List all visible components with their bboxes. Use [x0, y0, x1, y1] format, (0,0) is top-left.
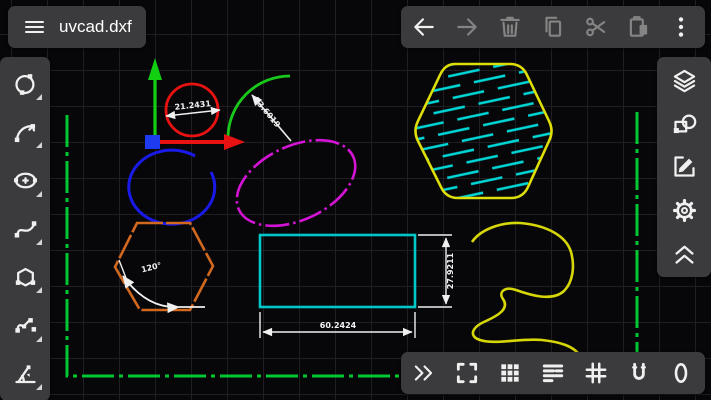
- polyline-tool-button[interactable]: [5, 306, 45, 346]
- origin-marker[interactable]: [145, 135, 160, 149]
- double-chevron-right-icon: [411, 360, 437, 386]
- back-button[interactable]: [404, 7, 444, 47]
- scissors-icon: [583, 14, 609, 40]
- shapes-icon: [671, 110, 698, 137]
- top-toolbar: [401, 6, 705, 48]
- bottom-toolbar: [401, 352, 705, 394]
- trash-icon: [497, 14, 523, 40]
- select-area-button[interactable]: [447, 353, 487, 393]
- hatch-settings-button[interactable]: [533, 353, 573, 393]
- menu-button[interactable]: [22, 7, 46, 47]
- edit-icon: [671, 153, 698, 180]
- hatched-hexagon-entity[interactable]: [416, 64, 552, 198]
- app-window: 21.2431 23.6019 120° 60.2424 27.9211: [0, 0, 711, 400]
- chevrons-up-icon: [671, 240, 698, 267]
- paste-icon: [626, 14, 652, 40]
- submenu-triangle: [36, 336, 42, 342]
- submenu-triangle: [36, 239, 42, 245]
- submenu-triangle: [36, 191, 42, 197]
- dimension-tool-icon: [12, 360, 39, 387]
- arrow-forward-icon: [454, 14, 480, 40]
- arc-tool-icon: [12, 119, 39, 146]
- polygon-tool-icon: [12, 264, 39, 291]
- polygon-tool-button[interactable]: [5, 257, 45, 297]
- hamburger-icon: [25, 18, 44, 36]
- title-bar: uvcad.dxf: [8, 6, 146, 48]
- dimension-label: 60.2424: [320, 321, 357, 330]
- selection-brackets-icon: [454, 360, 480, 386]
- dimension-label: 27.9211: [446, 252, 455, 289]
- more-vert-icon: [668, 14, 694, 40]
- ellipse-tool-icon: [12, 167, 39, 194]
- copy-icon: [540, 14, 566, 40]
- layers-icon: [671, 67, 698, 94]
- dimension-tool-button[interactable]: [5, 354, 45, 394]
- submenu-triangle: [36, 94, 42, 100]
- collapse-panel-button[interactable]: [664, 233, 704, 273]
- submenu-triangle: [36, 287, 42, 293]
- arrow-back-icon: [411, 14, 437, 40]
- ellipse-mode-button[interactable]: [661, 353, 701, 393]
- grid-blocks-button[interactable]: [490, 353, 530, 393]
- ellipse-tool-button[interactable]: [5, 161, 45, 201]
- more-options-button[interactable]: [661, 7, 701, 47]
- gear-icon: [671, 197, 698, 224]
- circle-tool-button[interactable]: [5, 64, 45, 104]
- spline-tool-icon: [12, 215, 39, 242]
- submenu-triangle: [36, 142, 42, 148]
- circle-tool-icon: [12, 71, 39, 98]
- right-toolbar: [657, 57, 711, 277]
- layers-button[interactable]: [664, 61, 704, 101]
- paste-button[interactable]: [619, 7, 659, 47]
- shapes-button[interactable]: [664, 104, 704, 144]
- spline-tool-button[interactable]: [5, 209, 45, 249]
- document-title: uvcad.dxf: [59, 17, 132, 37]
- expand-tools-button[interactable]: [404, 353, 444, 393]
- settings-button[interactable]: [664, 190, 704, 230]
- forward-button[interactable]: [447, 7, 487, 47]
- grid-hash-icon: [583, 360, 609, 386]
- drawing-canvas[interactable]: 21.2431 23.6019 120° 60.2424 27.9211: [0, 0, 711, 400]
- edit-button[interactable]: [664, 147, 704, 187]
- left-toolbar: [0, 57, 50, 400]
- grid-blocks-icon: [497, 360, 523, 386]
- copy-button[interactable]: [533, 7, 573, 47]
- canvas-grid: [0, 0, 711, 400]
- magnet-icon: [626, 360, 652, 386]
- hatch-lines-icon: [540, 360, 566, 386]
- grid-toggle-button[interactable]: [576, 353, 616, 393]
- polyline-tool-icon: [12, 312, 39, 339]
- ellipse-outline-icon: [668, 360, 694, 386]
- submenu-triangle: [36, 384, 42, 390]
- snap-magnet-button[interactable]: [619, 353, 659, 393]
- delete-button[interactable]: [490, 7, 530, 47]
- cut-button[interactable]: [576, 7, 616, 47]
- arc-tool-button[interactable]: [5, 112, 45, 152]
